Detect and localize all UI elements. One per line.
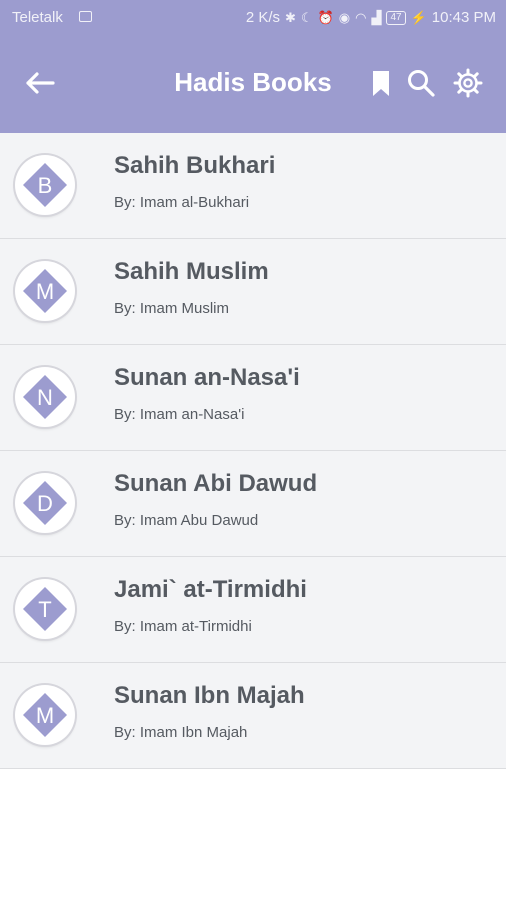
book-title: Jami` at-Tirmidhi [114, 576, 307, 603]
book-letter: T [38, 597, 51, 622]
book-row[interactable]: N Sunan an-Nasa'i By: Imam an-Nasa'i [0, 345, 506, 451]
network-speed: 2 K/s [245, 9, 281, 26]
book-author: By: Imam al-Bukhari [114, 194, 250, 211]
book-author: By: Imam at-Tirmidhi [114, 618, 252, 635]
carrier-name: Teletalk [12, 9, 63, 26]
book-title: Sunan Ibn Majah [114, 682, 305, 709]
alarm-icon: ⏰ [317, 9, 334, 25]
book-author: By: Imam an-Nasa'i [114, 406, 245, 423]
wifi-icon: ◠ [355, 9, 367, 25]
book-title: Sahih Bukhari [114, 152, 276, 179]
book-row[interactable]: D Sunan Abi Dawud By: Imam Abu Dawud [0, 451, 506, 557]
book-row[interactable]: B Sahih Bukhari By: Imam al-Bukhari [0, 133, 506, 239]
settings-button[interactable] [451, 66, 485, 100]
gear-icon [453, 68, 483, 98]
do-not-disturb-icon: ☾ [300, 9, 313, 25]
book-letter: B [38, 173, 53, 198]
book-letter-icon: T [15, 579, 75, 639]
clock: 10:43 PM [431, 9, 496, 26]
bluetooth-icon: ✱ [285, 9, 296, 25]
back-button[interactable] [20, 66, 60, 100]
book-row[interactable]: M Sunan Ibn Majah By: Imam Ibn Majah [0, 663, 506, 769]
book-letter-icon: B [15, 155, 75, 215]
book-letter-icon: D [15, 473, 75, 533]
book-row[interactable]: M Sahih Muslim By: Imam Muslim [0, 239, 506, 345]
book-row[interactable]: T Jami` at-Tirmidhi By: Imam at-Tirmidhi [0, 557, 506, 663]
bookmark-button[interactable] [364, 66, 398, 100]
bookmark-icon [373, 71, 389, 96]
search-icon [408, 70, 435, 97]
status-indicators: 2 K/s ✱ ☾ ⏰ ◉ ◠ ▟ 47 ⚡ 10:43 PM [246, 9, 496, 26]
arrow-left-icon [26, 72, 55, 94]
book-letter: M [36, 279, 54, 304]
eye-icon: ◉ [338, 9, 351, 25]
book-title: Sunan Abi Dawud [114, 470, 318, 497]
status-bar: Teletalk 2 K/s ✱ ☾ ⏰ ◉ ◠ ▟ 47 ⚡ 10:43 PM [0, 0, 506, 36]
book-letter: D [37, 491, 53, 516]
book-author: By: Imam Abu Dawud [114, 512, 259, 529]
book-title: Sahih Muslim [114, 258, 269, 285]
book-letter-icon: N [15, 367, 75, 427]
battery-icon: 47 [386, 10, 406, 25]
book-author: By: Imam Muslim [114, 300, 230, 317]
book-author: By: Imam Ibn Majah [114, 724, 248, 741]
notification-icon [79, 11, 92, 22]
book-title: Sunan an-Nasa'i [114, 364, 300, 391]
charging-icon: ⚡ [410, 9, 427, 25]
book-list: B Sahih Bukhari By: Imam al-Bukhari M Sa… [0, 133, 506, 769]
toolbar: Hadis Books [0, 36, 506, 133]
app-bar: Teletalk 2 K/s ✱ ☾ ⏰ ◉ ◠ ▟ 47 ⚡ 10:43 PM… [0, 0, 506, 133]
signal-icon: ▟ [371, 9, 382, 25]
book-letter-icon: M [15, 685, 75, 745]
book-letter: M [36, 703, 54, 728]
book-letter: N [37, 385, 53, 410]
book-letter-icon: M [15, 261, 75, 321]
search-button[interactable] [404, 66, 438, 100]
